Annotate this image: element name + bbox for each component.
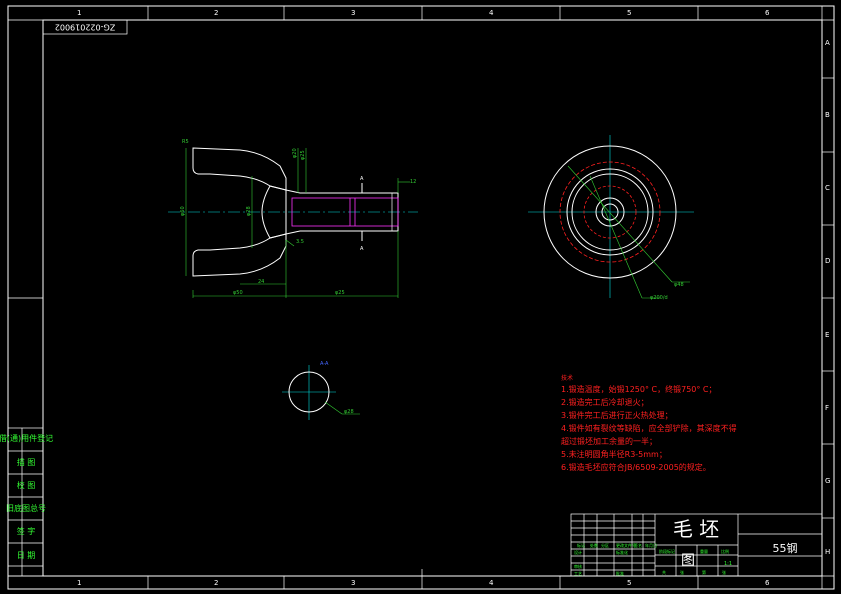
material: 55钢 bbox=[773, 542, 798, 555]
dim-label-12: 12 bbox=[410, 179, 416, 185]
dim-label-section-phi: φ28 bbox=[344, 409, 354, 415]
tb-label-stage: 阶段标记 bbox=[659, 548, 675, 554]
tb-label-total: 共 bbox=[662, 569, 666, 575]
section-mark-top: A bbox=[360, 176, 364, 182]
note-line-1: 1.锻造温度，始锻1250° C，终锻750° C； bbox=[561, 384, 717, 394]
tb-label-weight: 重量 bbox=[700, 548, 708, 554]
zone-number-top-6: 6 bbox=[765, 9, 770, 17]
fork-shaft bbox=[285, 189, 399, 235]
zone-letter-a: A bbox=[825, 39, 830, 47]
technical-notes: 技术 1.锻造温度，始锻1250° C，终锻750° C； 2.锻造完工后冷却退… bbox=[561, 374, 737, 472]
shaft-cross-section: A-A φ28 bbox=[282, 361, 360, 420]
tb-label-standard: 标准化 bbox=[616, 549, 628, 555]
tb-label-count: 处数 bbox=[590, 542, 598, 548]
zone-number-bottom-6: 6 bbox=[765, 579, 770, 587]
section-view-label: A-A bbox=[320, 361, 329, 367]
tb-label-approve: 批准 bbox=[616, 570, 624, 576]
tb-label-review: 审核 bbox=[574, 563, 582, 569]
dim-label-r5: R5 bbox=[182, 139, 189, 145]
zone-number-top-3: 3 bbox=[351, 9, 355, 17]
note-line-7: 6.锻造毛坯应符合JB/6509-2005的规定。 bbox=[561, 462, 711, 472]
title-block: 毛 坯 图 55钢 1:1 标记 处数 分区 更改文件号 签名 年月日 设计 标… bbox=[570, 513, 823, 577]
note-line-6: 5.未注明圆角半径R3-5mm； bbox=[561, 449, 667, 459]
dim-label-phi25-top: φ25 bbox=[300, 150, 306, 160]
fork-end-view: φ48 φ200/d bbox=[528, 135, 694, 301]
fork-upper-arm bbox=[192, 147, 287, 191]
drawing-canvas: 1 2 3 4 5 6 1 2 3 4 5 6 A B C D E F G H … bbox=[0, 5, 835, 590]
sidebar-label-old-number: 旧底图总号 bbox=[6, 503, 46, 513]
zone-number-bottom-1: 1 bbox=[77, 579, 81, 587]
zone-letter-b: B bbox=[825, 111, 830, 119]
zone-number-bottom-4: 4 bbox=[489, 579, 494, 587]
tb-label-mark: 标记 bbox=[577, 542, 585, 548]
note-line-4: 4.锻件如有裂纹等缺陷，应全部铲除，其深度不得 bbox=[561, 423, 737, 433]
note-line-3: 3.锻件完工后进行正火热处理； bbox=[561, 410, 673, 420]
tb-label-sheet: 张 bbox=[722, 569, 726, 575]
dim-label-24: 24 bbox=[258, 279, 264, 285]
zone-letter-g: G bbox=[825, 477, 830, 485]
tb-label-sign: 签名 bbox=[634, 542, 642, 548]
zone-number-top-4: 4 bbox=[489, 9, 494, 17]
drawing-number-box: ZG-022019002 bbox=[42, 19, 128, 35]
sidebar-label-tracing: 描 图 bbox=[17, 457, 36, 467]
part-name: 毛 坯 bbox=[673, 517, 719, 541]
dim-label-phi25: φ25 bbox=[335, 290, 345, 296]
dim-label-phi20: φ20 bbox=[292, 148, 298, 158]
zone-number-bottom-2: 2 bbox=[214, 579, 218, 587]
zone-letter-h: H bbox=[825, 548, 830, 556]
zone-number-top-1: 1 bbox=[77, 9, 81, 17]
dim-label-phi48: φ48 bbox=[674, 282, 684, 288]
drawing-frame bbox=[7, 5, 835, 590]
dim-label-phi50: φ50 bbox=[233, 290, 243, 296]
note-line-2: 2.锻造完工后冷却退火； bbox=[561, 397, 649, 407]
dim-label-hole: 3.5 bbox=[296, 239, 304, 245]
zone-letter-f: F bbox=[825, 404, 829, 412]
tb-label-no: 第 bbox=[702, 569, 706, 575]
drawing-number: ZG-022019002 bbox=[55, 23, 115, 32]
tb-label-date: 年月日 bbox=[645, 542, 657, 548]
tb-label-scale: 比例 bbox=[721, 548, 729, 554]
fork-dimensions: R5 φ50 24 φ25 12 3.5 φ20 φ25 φ60 φ28 bbox=[180, 139, 416, 298]
tb-label-sheets: 张 bbox=[680, 569, 684, 575]
zone-number-bottom-5: 5 bbox=[627, 579, 631, 587]
sidebar-label-check-tracing: 校 图 bbox=[17, 480, 36, 490]
dim-label-phi28: φ28 bbox=[246, 206, 252, 216]
sidebar-label-signature: 签 字 bbox=[17, 526, 36, 536]
tb-label-change-doc: 更改文件号 bbox=[616, 542, 636, 548]
dim-label-phi60: φ60 bbox=[180, 206, 186, 216]
tb-label-design: 设计 bbox=[574, 549, 582, 555]
fork-lower-arm bbox=[192, 233, 287, 277]
tb-label-zone: 分区 bbox=[601, 542, 609, 548]
notes-title: 技术 bbox=[561, 374, 573, 382]
scale-value: 1:1 bbox=[724, 561, 732, 567]
sidebar-label-date: 日 期 bbox=[17, 551, 36, 560]
zone-number-bottom-3: 3 bbox=[351, 579, 355, 587]
tb-label-process: 工艺 bbox=[574, 571, 582, 576]
zone-number-top-5: 5 bbox=[627, 9, 631, 17]
dim-label-phi200: φ200/d bbox=[650, 295, 668, 301]
sidebar-label-registration: 借(通)用件登记 bbox=[0, 433, 53, 443]
zone-letter-c: C bbox=[825, 184, 830, 192]
note-line-5: 超过锻坯加工余量的一半； bbox=[561, 436, 657, 446]
zone-number-top-2: 2 bbox=[214, 9, 218, 17]
zone-letter-e: E bbox=[825, 331, 829, 339]
part-name-suffix: 图 bbox=[681, 553, 695, 569]
section-mark-bottom: A bbox=[360, 246, 364, 252]
fork-section-view: A A bbox=[168, 147, 418, 277]
zone-letter-labels: A B C D E F G H bbox=[825, 39, 830, 556]
zone-letter-d: D bbox=[825, 257, 830, 265]
